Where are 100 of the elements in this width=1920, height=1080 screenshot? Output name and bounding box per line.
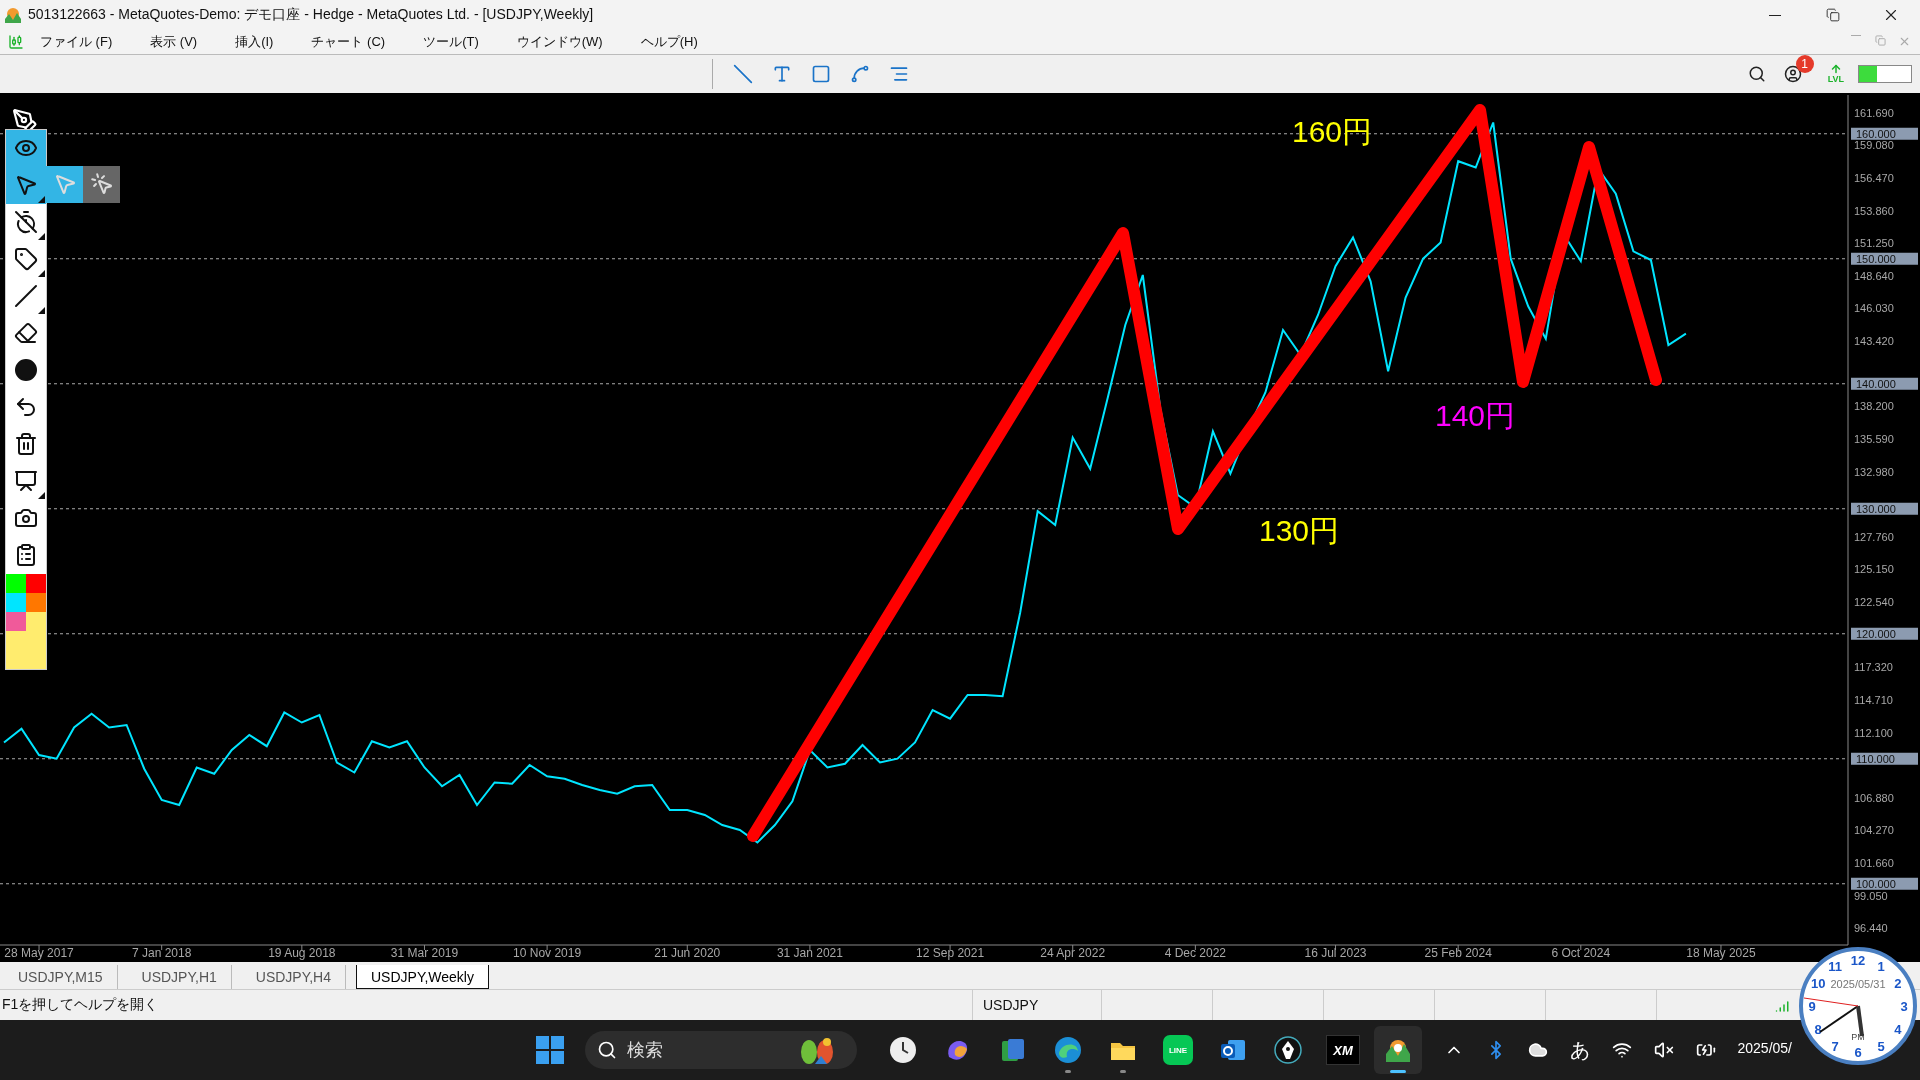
date-tick-label: 12 Sep 2021 [916,945,985,960]
menu-item[interactable]: ウインドウ(W) [500,32,625,51]
status-text: F1を押してヘルプを開く [1,996,160,1015]
price-tick-label: 106.880 [1854,791,1894,804]
price-tick-label: 151.250 [1854,236,1894,249]
date-tick-label: 16 Jul 2023 [1304,945,1367,960]
rectangle-icon [810,63,831,84]
y-tick-label: 130.000 [1856,502,1896,515]
menu-item[interactable]: ヘルプ(H) [624,32,720,51]
date-tick-label: 28 May 2017 [4,945,74,960]
price-tick-label: 156.470 [1854,171,1894,184]
price-tick-label: 138.200 [1854,399,1894,412]
menu-item[interactable]: 表示 (V) [134,32,220,51]
clock-date: 2025/05/31 [1830,978,1886,990]
price-tick-label: 148.640 [1854,269,1894,282]
color-swatch[interactable] [6,630,46,669]
date-tick-label: 4 Dec 2022 [1164,945,1227,960]
line-icon [14,284,38,309]
cursor-icon [89,172,114,197]
price-tick-label: 143.420 [1854,334,1894,347]
dot-icon [14,358,38,383]
search-field[interactable]: 検索 [625,1038,795,1062]
menu-item[interactable]: チャート (C) [295,32,408,51]
taskbar-app[interactable]: XM [1319,1026,1367,1075]
clock-numeral: 1 [1877,959,1885,975]
date-tick-label: 31 Mar 2019 [390,945,459,960]
menu-item[interactable]: ファイル (F) [24,32,135,51]
minimize-icon [1851,35,1861,37]
price-level-label: 160.000 [1851,127,1918,140]
price-tick-label: 161.690 [1854,106,1894,119]
price-tick-label: 104.270 [1854,824,1894,836]
mute-icon[interactable] [1653,1040,1674,1061]
price-level-label: 140.000 [1851,377,1918,390]
price-tick-label: 153.860 [1854,204,1894,217]
price-tick-label: 159.080 [1854,138,1894,151]
chart-annotation: 160円 [1292,114,1373,148]
y-tick-label: 150.000 [1856,252,1896,265]
curve-icon [849,63,870,84]
window-title: 5013122663 - MetaQuotes-Demo: デモ口座 - Hedge - MetaQuotes Ltd. - [USDJPY,Weekly] [28,6,595,24]
menu-item[interactable]: ツール(T) [407,32,501,51]
restore-icon [1874,35,1886,47]
price-tick-label: 112.100 [1854,726,1893,739]
clock-numeral: 4 [1894,1022,1902,1037]
price-level-label: 130.000 [1851,502,1918,515]
cursor-tool[interactable] [46,165,83,203]
minimize-icon [1769,14,1781,16]
date-tick-label: 19 Aug 2018 [268,945,336,960]
clock-meridiem: PM [1851,1032,1865,1042]
y-tick-label: 160.000 [1856,127,1896,140]
date-tick-label: 25 Feb 2024 [1424,945,1492,960]
clock-numeral: 5 [1877,1038,1885,1054]
clock-numeral: 2 [1894,976,1902,991]
date-tick-label: 18 May 2025 [1686,945,1756,960]
cursor-tool[interactable] [83,165,120,203]
easel-icon [14,469,38,494]
chart-annotation: 130円 [1259,513,1340,547]
chart-tab[interactable]: USDJPY,Weekly [356,965,489,990]
search-box[interactable]: 検索 [585,1031,857,1070]
price-tick-label: 114.710 [1854,693,1893,706]
trash-icon [14,432,38,457]
search-icon [597,1040,617,1061]
clipboard-icon [14,543,38,568]
input-method-indicator[interactable]: あ [1569,1036,1590,1064]
candlestick-icon [8,33,24,50]
clock-numeral: 8 [1814,1022,1822,1037]
price-tick-label: 99.050 [1854,889,1888,902]
app-logo-icon [4,6,22,24]
broker-logo: XM [1326,1035,1360,1066]
eraser-icon [14,321,38,346]
date-tick-label: 6 Oct 2024 [1551,945,1611,960]
tag-icon [14,247,38,272]
line-icon [732,63,753,84]
date-tick-label: 31 Jan 2021 [776,945,843,960]
price-tick-label: 117.320 [1854,660,1893,673]
cursor-icon [14,173,38,198]
user-icon [1783,64,1802,83]
notification-badge: 1 [1795,54,1814,73]
taskbar-app[interactable] [1374,1026,1422,1075]
clock-icon [888,1035,918,1066]
menu-item[interactable]: 挿入(I) [219,32,296,51]
chart-annotation: 140円 [1435,398,1516,432]
eye-tool[interactable] [6,129,46,167]
price-tick-label: 101.660 [1854,856,1894,869]
pen-nib-icon [1273,1035,1303,1066]
windows-logo-icon [536,1036,564,1065]
price-tick-label: 122.540 [1854,595,1894,608]
clock-numeral: 10 [1810,976,1826,991]
taskbar-date: 2025/05/ [1737,1039,1792,1056]
y-tick-label: 110.000 [1856,752,1895,765]
clock-numeral: 6 [1854,1045,1862,1060]
price-tick-label: 132.980 [1854,465,1894,478]
price-tick-label: 125.150 [1854,563,1894,575]
clock-numeral: 9 [1808,999,1816,1014]
wave-icon [1053,1035,1083,1066]
search-icon [1747,64,1766,83]
clock-numeral: 12 [1850,953,1866,968]
chat-app-logo: LINE [1163,1035,1193,1066]
y-tick-label: 100.000 [1856,877,1896,890]
price-tick-label: 96.440 [1854,921,1888,934]
arrow-up-icon [1829,63,1842,76]
